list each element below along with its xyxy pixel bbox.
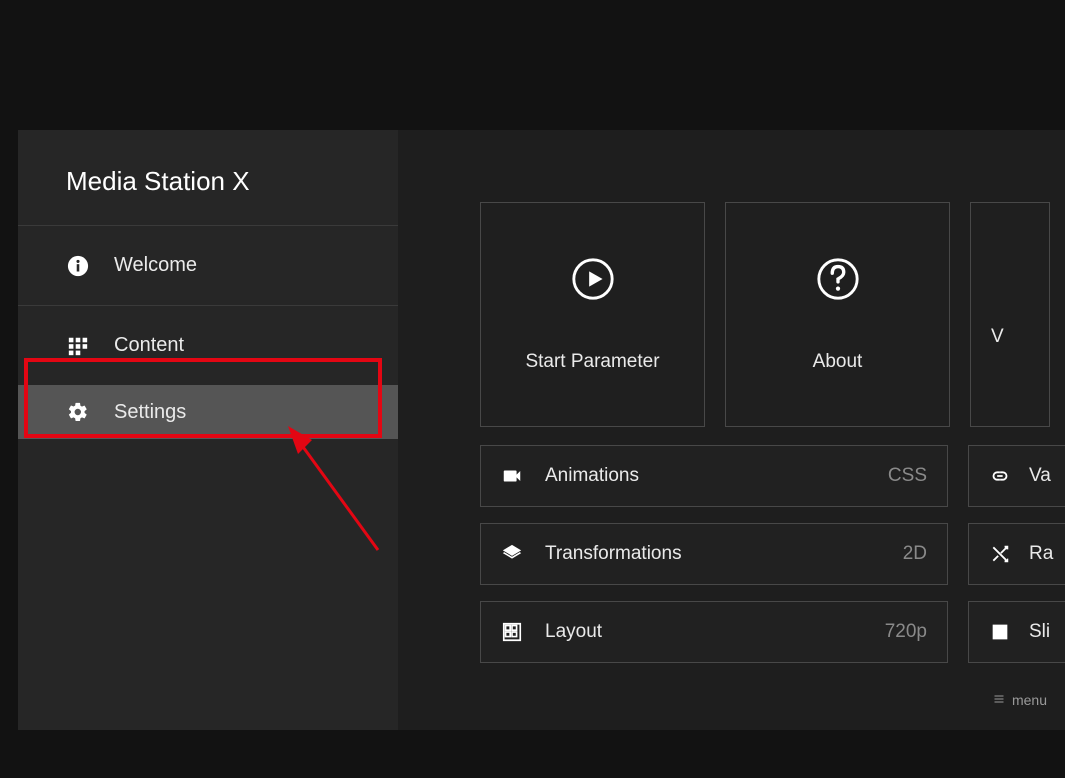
- setting-row: Layout 720p Sli: [480, 601, 1065, 663]
- setting-slideshow[interactable]: Sli: [968, 601, 1065, 663]
- sidebar-item-content[interactable]: Content: [18, 305, 398, 385]
- tile-label: Start Parameter: [525, 351, 659, 373]
- tile-label: V: [991, 326, 1004, 348]
- setting-label: Animations: [545, 465, 888, 487]
- image-icon: [989, 621, 1011, 643]
- tile-label: About: [813, 351, 863, 373]
- play-circle-icon: [570, 256, 616, 307]
- setting-row: Animations CSS Va: [480, 445, 1065, 507]
- info-icon: [66, 254, 90, 278]
- sidebar-item-welcome[interactable]: Welcome: [18, 225, 398, 305]
- link-icon: [989, 465, 1011, 487]
- main-panel: Start Parameter About V Animations CSS: [398, 130, 1065, 730]
- sidebar: Media Station X Welcome Content Settings: [18, 130, 398, 730]
- sidebar-item-settings[interactable]: Settings: [18, 385, 398, 439]
- sidebar-item-label: Content: [114, 334, 184, 357]
- setting-label: Sli: [1029, 621, 1050, 643]
- menu-icon: [992, 692, 1006, 708]
- setting-label: Transformations: [545, 543, 903, 565]
- sidebar-item-label: Welcome: [114, 254, 197, 277]
- app-title: Media Station X: [18, 130, 398, 225]
- gear-icon: [66, 400, 90, 424]
- setting-animations[interactable]: Animations CSS: [480, 445, 948, 507]
- setting-transformations[interactable]: Transformations 2D: [480, 523, 948, 585]
- annotation-arrow: [278, 420, 398, 560]
- tile-partial[interactable]: V: [970, 202, 1050, 427]
- setting-layout[interactable]: Layout 720p: [480, 601, 948, 663]
- menu-hint-label: menu: [1012, 692, 1047, 708]
- app-window: Media Station X Welcome Content Settings: [18, 130, 1065, 730]
- sidebar-item-label: Settings: [114, 401, 186, 424]
- setting-value: 720p: [885, 621, 927, 643]
- layers-icon: [501, 543, 527, 565]
- setting-validate-links[interactable]: Va: [968, 445, 1065, 507]
- setting-value: CSS: [888, 465, 927, 487]
- setting-random[interactable]: Ra: [968, 523, 1065, 585]
- setting-label: Layout: [545, 621, 885, 643]
- videocam-icon: [501, 465, 527, 487]
- setting-row: Transformations 2D Ra: [480, 523, 1065, 585]
- tile-start-parameter[interactable]: Start Parameter: [480, 202, 705, 427]
- setting-label: Va: [1029, 465, 1051, 487]
- menu-hint[interactable]: menu: [992, 692, 1047, 708]
- tile-about[interactable]: About: [725, 202, 950, 427]
- grid4-icon: [501, 621, 527, 643]
- shuffle-icon: [989, 543, 1011, 565]
- tile-row: Start Parameter About V: [480, 202, 1065, 427]
- grid-icon: [66, 334, 90, 358]
- setting-value: 2D: [903, 543, 927, 565]
- help-circle-icon: [815, 256, 861, 307]
- setting-label: Ra: [1029, 543, 1053, 565]
